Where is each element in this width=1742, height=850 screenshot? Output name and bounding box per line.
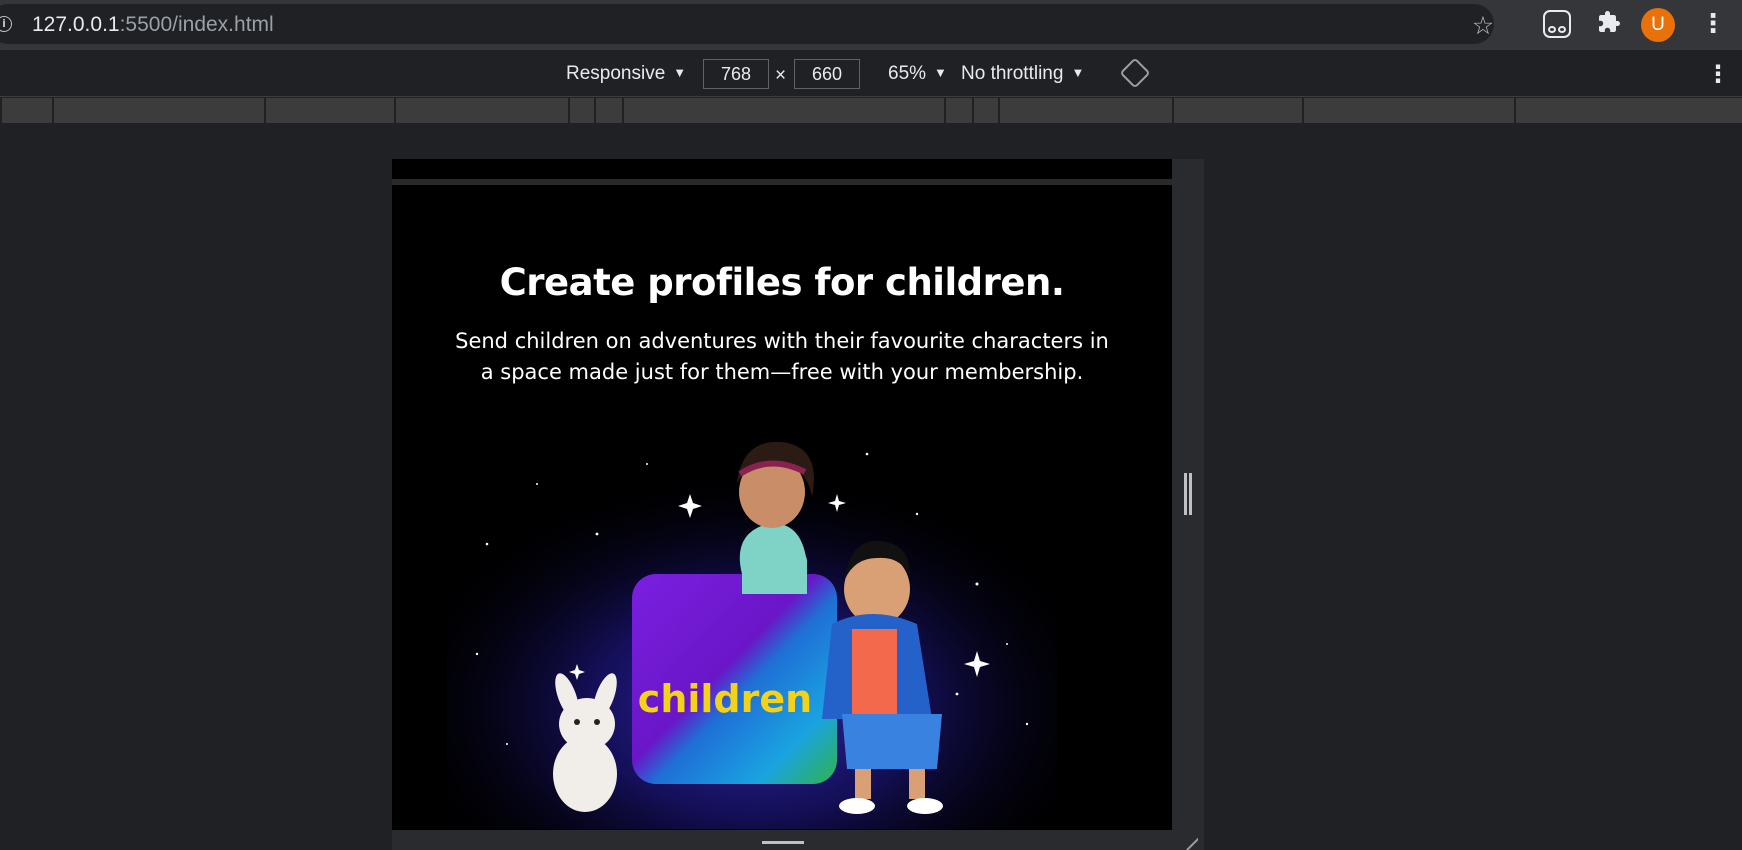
- ruler-segment[interactable]: [394, 98, 568, 123]
- ruler-segment[interactable]: [568, 98, 594, 123]
- children-logo-text: children: [638, 677, 812, 721]
- info-icon[interactable]: i: [0, 16, 12, 32]
- address-bar[interactable]: i 127.0.0.1:5500/index.html ☆: [0, 4, 1494, 44]
- zoom-label: 65%: [888, 63, 927, 84]
- extensions-puzzle-icon[interactable]: [1596, 10, 1622, 36]
- bottom-grip-icon[interactable]: [762, 841, 804, 849]
- ruler-segment[interactable]: [264, 98, 394, 123]
- corner-resize-icon[interactable]: [1180, 832, 1198, 850]
- device-label: Responsive: [566, 63, 666, 84]
- resize-grip-icon[interactable]: [1184, 473, 1192, 515]
- viewport-divider: [392, 179, 1172, 185]
- chevron-down-icon: ▼: [1071, 65, 1085, 80]
- ruler-segment[interactable]: [1302, 98, 1514, 123]
- throttling-select[interactable]: No throttling ▼: [961, 63, 1084, 85]
- chevron-down-icon: ▼: [934, 65, 947, 80]
- ruler-segment[interactable]: [1172, 98, 1302, 123]
- more-options-icon[interactable]: ⋮: [1706, 60, 1730, 88]
- device-select[interactable]: Responsive ▼: [566, 63, 686, 85]
- emulated-viewport: Create profiles for children. Send child…: [392, 159, 1172, 850]
- bookmark-star-icon[interactable]: ☆: [1470, 13, 1496, 39]
- ruler-segment[interactable]: [944, 98, 972, 123]
- page-subtitle: Send children on adventures with their f…: [455, 329, 1109, 384]
- profile-avatar[interactable]: U: [1641, 8, 1675, 42]
- ruler-segment[interactable]: [622, 98, 944, 123]
- chevron-down-icon: ▼: [673, 65, 687, 80]
- zoom-select[interactable]: 65% ▼: [888, 63, 947, 85]
- url-text[interactable]: 127.0.0.1:5500/index.html: [32, 13, 274, 37]
- viewport-height-input[interactable]: [794, 59, 860, 89]
- ruler-segment[interactable]: [594, 98, 622, 123]
- browser-menu-icon[interactable]: ⋮: [1700, 10, 1726, 38]
- url-path: :5500/index.html: [119, 13, 274, 36]
- ruler-segment[interactable]: [972, 98, 998, 123]
- media-query-ruler: [0, 98, 1742, 123]
- throttling-label: No throttling: [961, 63, 1064, 84]
- viewport-width-input[interactable]: [703, 59, 769, 89]
- dimension-separator: ×: [775, 65, 787, 86]
- page-title: Create profiles for children.: [499, 261, 1065, 304]
- ruler-segment[interactable]: [52, 98, 264, 123]
- device-toolbar: Responsive ▼ × 65% ▼ No throttling ▼ ⋮: [0, 52, 1742, 97]
- browser-top-bar: i 127.0.0.1:5500/index.html ☆ U ⋮: [0, 0, 1742, 50]
- ruler-segment[interactable]: [1514, 98, 1742, 123]
- rotate-icon[interactable]: [1119, 57, 1151, 89]
- ruler-segment[interactable]: [998, 98, 1172, 123]
- ruler-segment[interactable]: [0, 98, 52, 123]
- kids-profile-illustration: children: [447, 424, 1057, 829]
- incognito-glasses-icon[interactable]: [1543, 10, 1571, 38]
- url-host: 127.0.0.1: [32, 13, 120, 36]
